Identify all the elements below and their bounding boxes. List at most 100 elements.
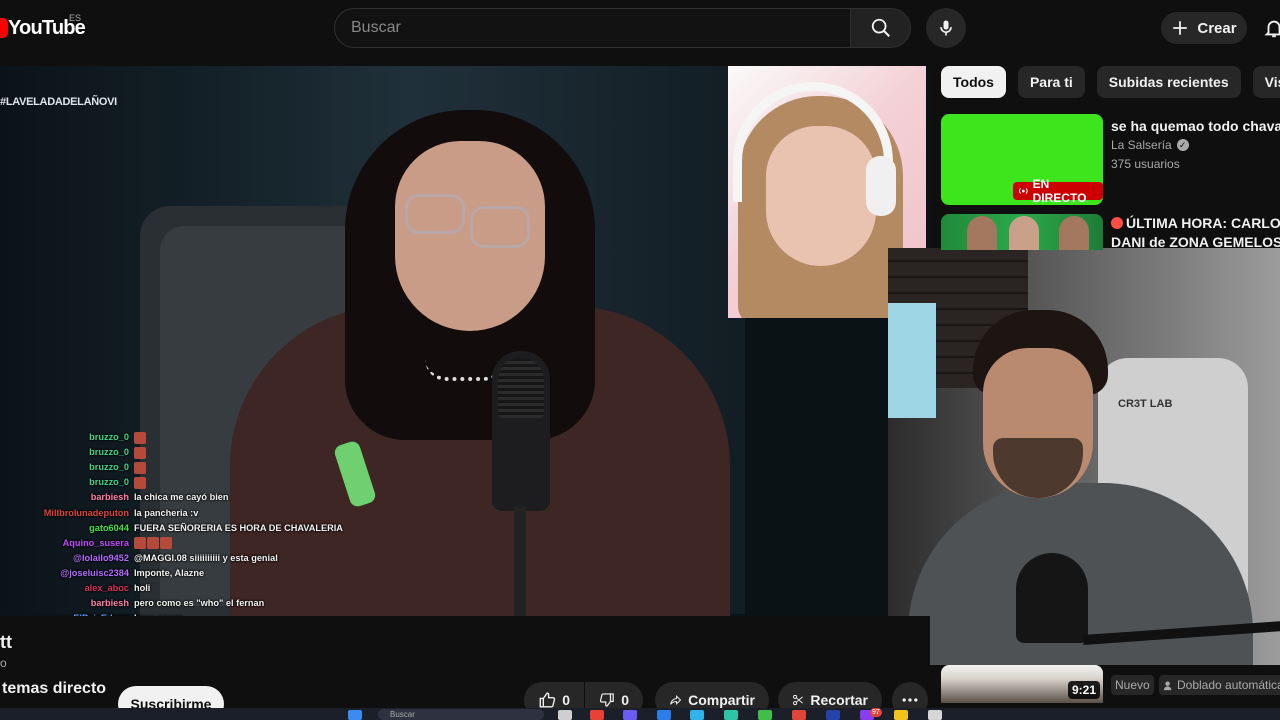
- app-icon-3[interactable]: [792, 710, 806, 720]
- video-hashtag-overlay: #LAVELADADELAÑOVI: [0, 96, 117, 108]
- recommendation-item-3[interactable]: 9:21 Nuevo Doblado automática: [941, 665, 1280, 705]
- chat-text: @MAGGI.08 siiiiiiiiii y esta genial: [134, 551, 278, 565]
- chair-logo: CR3T LAB: [1118, 398, 1173, 410]
- more-horizontal-icon: [902, 698, 918, 702]
- chip-todos[interactable]: Todos: [941, 66, 1006, 98]
- chip-subidas-recientes[interactable]: Subidas recientes: [1096, 66, 1241, 98]
- chat-username[interactable]: alex_aboc: [85, 581, 129, 595]
- streamer-cam-bottom: CR3T LAB: [888, 248, 1280, 665]
- app-icon[interactable]: [690, 710, 704, 720]
- edge-icon[interactable]: [657, 710, 671, 720]
- recommendation-item[interactable]: EN DIRECTO se ha quemao todo chavales La…: [941, 114, 1280, 206]
- masthead: YouTube ES Buscar Crear: [0, 0, 1280, 56]
- windows-start-icon[interactable]: [348, 710, 362, 720]
- bell-icon: [1264, 20, 1280, 38]
- chat-message: gato6044 FUERA SEÑORERIA ES HORA DE CHAVA…: [0, 521, 343, 535]
- app-icon-6[interactable]: [928, 710, 942, 720]
- chat-username[interactable]: bruzzo_0: [89, 430, 129, 444]
- video-mic-stand: [514, 506, 526, 616]
- chat-username[interactable]: @joseluisc2384: [60, 566, 129, 580]
- excel-icon[interactable]: [758, 710, 772, 720]
- folder-icon[interactable]: [894, 710, 908, 720]
- discord-icon[interactable]: [623, 710, 637, 720]
- chat-username[interactable]: bruzzo_0: [89, 475, 129, 489]
- filter-chips: Todos Para ti Subidas recientes Visto: [941, 66, 1280, 98]
- chat-username[interactable]: @lolailo9452: [73, 551, 129, 565]
- dislike-count: 0: [621, 692, 629, 708]
- channel-name[interactable]: o: [0, 656, 7, 670]
- recommendation-channel[interactable]: La Salsería ✓: [1111, 138, 1189, 152]
- chip-para-ti[interactable]: Para ti: [1017, 66, 1085, 98]
- chat-username[interactable]: bruzzo_0: [89, 445, 129, 459]
- chat-text: [134, 430, 147, 444]
- emote-icon: [160, 537, 172, 550]
- country-code: ES: [69, 13, 82, 23]
- chat-text: Imponte, Alazne: [134, 566, 204, 580]
- chat-username[interactable]: Aquino_susera: [63, 536, 129, 550]
- chat-text: [134, 536, 173, 550]
- streamer-mic: [1016, 553, 1088, 643]
- live-text: temas directo: [2, 680, 107, 697]
- live-broadcast-icon: [1018, 187, 1028, 195]
- chat-text-content: holi: [134, 583, 151, 593]
- search-button[interactable]: [851, 8, 911, 48]
- task-view-icon[interactable]: [558, 710, 572, 720]
- app-icon-4[interactable]: [826, 710, 840, 720]
- emote-icon: [134, 446, 146, 459]
- chip-visto[interactable]: Visto: [1252, 66, 1280, 98]
- search-input[interactable]: Buscar: [334, 8, 851, 48]
- chat-username[interactable]: bruzzo_0: [89, 460, 129, 474]
- notifications-button[interactable]: [1260, 14, 1280, 42]
- chat-message: Millbrolunadeputon la pancheria :v: [0, 506, 320, 520]
- chat-text: FUERA SEÑORERIA ES HORA DE CHAVALERIA: [134, 521, 343, 535]
- video-guest-glasses: [405, 194, 465, 234]
- emote-icon: [134, 537, 146, 550]
- thumbs-down-icon: [599, 693, 614, 707]
- recommendation-viewers: 375 usuarios: [1111, 157, 1180, 171]
- recommendation-thumbnail[interactable]: EN DIRECTO: [941, 114, 1103, 205]
- dubbed-badge: Doblado automática: [1159, 675, 1280, 695]
- chat-username[interactable]: barbiesh: [91, 490, 129, 504]
- chat-username[interactable]: Millbrolunadeputon: [44, 506, 129, 520]
- chat-message: bruzzo_0: [0, 445, 320, 459]
- new-badge: Nuevo: [1111, 675, 1154, 695]
- live-dot-icon: [1111, 217, 1123, 229]
- thumbnail-person-2: [1009, 216, 1039, 250]
- recommendation-title-2[interactable]: ÚLTIMA HORA: CARLOS y DANI de ZONA GEMEL…: [1111, 214, 1280, 252]
- chrome-icon[interactable]: [590, 710, 604, 720]
- video-title: tt: [0, 632, 12, 652]
- chat-message: barbiesh la chica me cayó bien: [0, 490, 320, 504]
- chat-text-content: FUERA SEÑORERIA ES HORA DE CHAVALERIA: [134, 522, 343, 533]
- recommendation-item-2[interactable]: ÚLTIMA HORA: CARLOS y DANI de ZONA GEMEL…: [941, 214, 1280, 250]
- chat-username[interactable]: barbiesh: [91, 596, 129, 610]
- live-badge: EN DIRECTO: [1013, 177, 1103, 205]
- taskbar-search[interactable]: Buscar: [378, 709, 544, 720]
- recommendation-title[interactable]: se ha quemao todo chavales: [1111, 116, 1280, 136]
- thumbnail-person: [967, 216, 997, 250]
- chat-text-content: Imponte, Alazne: [134, 567, 205, 578]
- youtube-watch-page: YouTube ES Buscar Crear #LAVELADADELAÑOV…: [0, 0, 1280, 720]
- chat-username[interactable]: gato6044: [89, 521, 129, 535]
- like-count: 0: [562, 692, 570, 708]
- app-icon-2[interactable]: [724, 710, 738, 720]
- scissors-icon: [793, 694, 803, 706]
- chat-text: [134, 460, 147, 474]
- chat-text: la chica me cayó bien: [134, 490, 228, 504]
- chat-text: la pancheria :v: [134, 506, 198, 520]
- chat-text-content: pero como es "who" el fernan: [134, 598, 265, 609]
- chat-text: pero como es "who" el fernan: [134, 596, 264, 610]
- dubbed-label: Doblado automática: [1177, 678, 1280, 692]
- notification-count-badge: 97: [870, 708, 882, 717]
- create-button[interactable]: Crear: [1161, 12, 1247, 44]
- recommendation-thumbnail-3[interactable]: 9:21: [941, 665, 1103, 703]
- recommendation-thumbnail-2[interactable]: [941, 214, 1103, 250]
- video-info: tt o temas directo Suscribirme 0 0 Compa…: [0, 616, 930, 720]
- plus-icon: [1173, 21, 1188, 35]
- voice-search-button[interactable]: [926, 8, 966, 48]
- chat-text: [134, 475, 147, 489]
- headphone-earcup: [866, 156, 896, 216]
- chat-text-content: la pancheria :v: [134, 507, 199, 518]
- video-guest-glasses-right: [470, 206, 530, 248]
- thumbnail-person-3: [1059, 216, 1089, 250]
- chat-message: @joseluisc2384 Imponte, Alazne: [0, 566, 320, 580]
